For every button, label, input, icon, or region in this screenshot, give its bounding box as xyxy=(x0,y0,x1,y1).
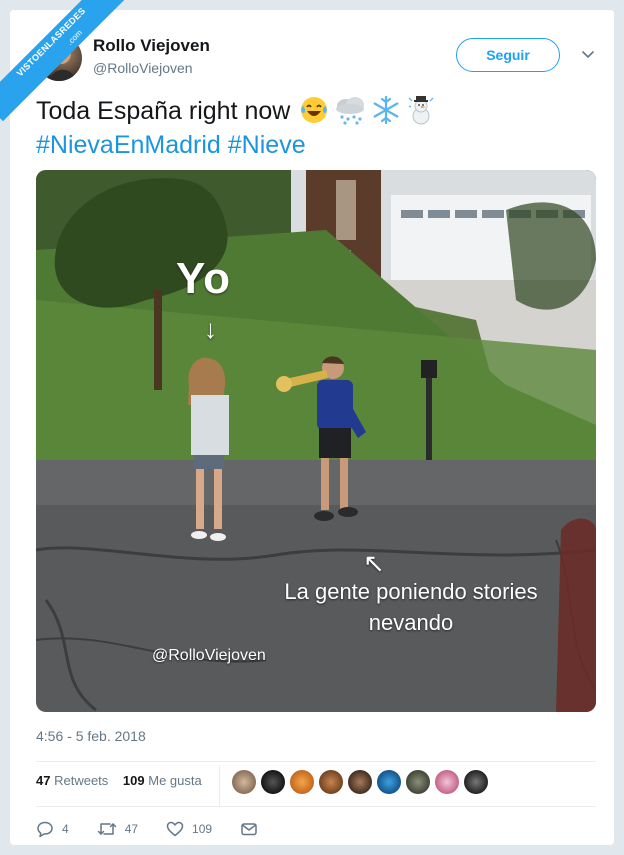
meme-label-yo: Yo xyxy=(176,254,231,303)
author-handle[interactable]: @RolloViejoven xyxy=(93,60,193,76)
likes-stat-link[interactable]: 109 Me gusta xyxy=(123,773,202,788)
meme-watermark: @RolloViejoven xyxy=(152,647,266,664)
liker-avatar[interactable] xyxy=(464,770,488,794)
envelope-icon xyxy=(241,823,257,836)
retweets-count: 47 xyxy=(36,773,51,788)
tweet-card: VISTOENLASREDES .com Rollo Viejoven @Rol… xyxy=(0,0,614,845)
liker-avatars xyxy=(232,770,493,796)
liker-avatar[interactable] xyxy=(232,770,256,794)
hashtag-link[interactable]: #NievaEnMadrid xyxy=(36,131,221,159)
direct-message-button[interactable] xyxy=(240,820,258,838)
divider xyxy=(36,806,596,807)
liker-avatar[interactable] xyxy=(290,770,314,794)
meme-caption: La gente poniendo stories nevando xyxy=(241,576,581,638)
reply-button[interactable]: 4 xyxy=(36,820,69,838)
like-count: 109 xyxy=(192,822,213,836)
divider xyxy=(36,761,596,762)
retweet-count: 47 xyxy=(124,822,139,836)
meme-caption-line2: nevando xyxy=(368,610,454,635)
liker-avatar[interactable] xyxy=(261,770,285,794)
arrow-down-icon: ↓ xyxy=(204,314,217,344)
reply-icon xyxy=(37,821,53,838)
face-with-tears-of-joy-icon xyxy=(301,97,328,123)
tweet-text: Toda España right now #NievaEnMadrid #Ni… xyxy=(36,94,596,162)
liker-avatar[interactable] xyxy=(377,770,401,794)
snowflake-icon xyxy=(373,95,399,125)
emoji-row xyxy=(299,94,441,126)
retweets-label: Retweets xyxy=(54,773,109,788)
liker-avatar[interactable] xyxy=(406,770,430,794)
retweet-icon xyxy=(97,823,116,835)
meme-caption-line1: La gente poniendo stories xyxy=(284,579,538,604)
hashtag-link[interactable]: #Nieve xyxy=(228,131,306,159)
likes-count: 109 xyxy=(122,773,145,788)
chevron-down-icon[interactable] xyxy=(578,44,598,64)
tweet-media-photo[interactable]: Yo ↓ ↖ La gente poniendo stories nevando… xyxy=(36,170,596,712)
heart-icon xyxy=(166,821,184,837)
engagement-stats: 47 Retweets 109 Me gusta xyxy=(36,773,213,788)
liker-avatar[interactable] xyxy=(348,770,372,794)
arrow-up-left-icon: ↖ xyxy=(363,548,385,578)
retweets-stat-link[interactable]: 47 Retweets xyxy=(36,773,108,788)
retweet-button[interactable]: 47 xyxy=(97,820,138,838)
author-name[interactable]: Rollo Viejoven xyxy=(93,36,210,56)
like-button[interactable]: 109 xyxy=(166,820,212,838)
likes-label: Me gusta xyxy=(148,773,202,788)
tweet-actions: 4 47 109 xyxy=(36,818,286,840)
snowman-icon xyxy=(408,96,434,125)
tweet-text-main: Toda España right now xyxy=(36,97,291,125)
reply-count: 4 xyxy=(62,822,69,836)
cloud-with-snow-icon xyxy=(336,97,365,125)
liker-avatar[interactable] xyxy=(319,770,343,794)
follow-button[interactable]: Seguir xyxy=(456,38,560,72)
liker-avatar[interactable] xyxy=(435,770,459,794)
divider xyxy=(219,766,220,806)
tweet-timestamp[interactable]: 4:56 - 5 feb. 2018 xyxy=(36,728,146,744)
